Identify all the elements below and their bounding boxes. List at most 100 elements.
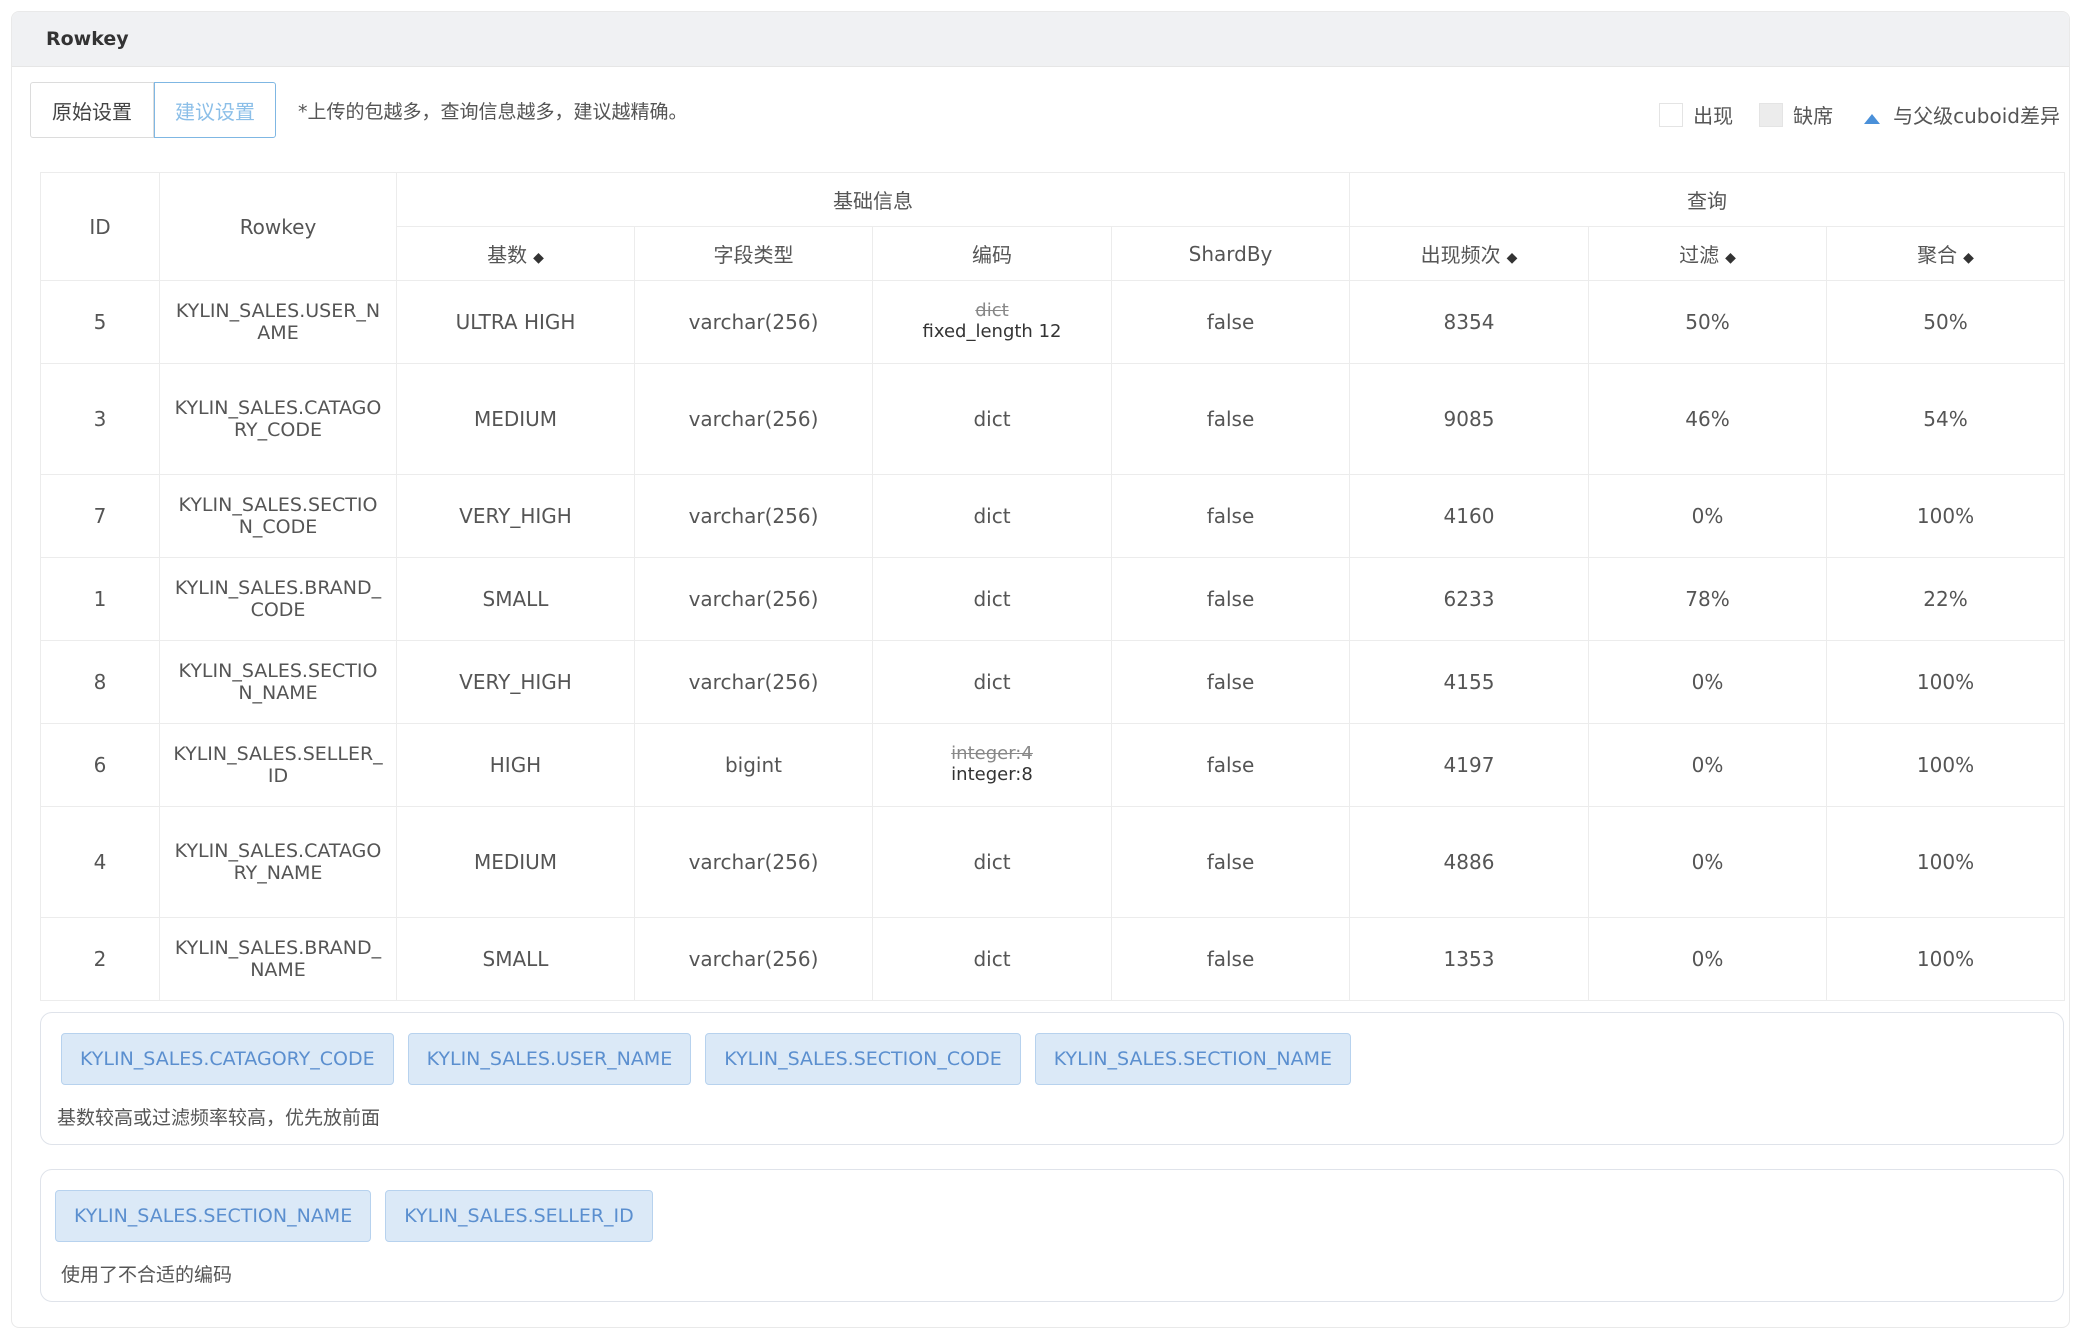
col-id: ID xyxy=(40,172,160,281)
table-row[interactable]: 6 KYLIN_SALES.SELLER_ID HIGH bigint inte… xyxy=(40,723,2066,807)
legend: 出现 缺席 与父级cuboid差异 xyxy=(1633,100,2060,129)
present-swatch-icon xyxy=(1659,102,1684,127)
cell-frequency: 8354 xyxy=(1349,280,1589,364)
cell-filter: 46% xyxy=(1588,363,1827,475)
table-row[interactable]: 8 KYLIN_SALES.SECTION_NAME VERY_HIGH var… xyxy=(40,640,2066,724)
legend-diff-label: 与父级cuboid差异 xyxy=(1893,104,2060,128)
cell-id: 7 xyxy=(40,474,160,558)
col-frequency[interactable]: 出现频次 ◆ xyxy=(1349,226,1589,281)
cell-frequency: 9085 xyxy=(1349,363,1589,475)
cell-frequency: 1353 xyxy=(1349,917,1589,1001)
rowkey-tag[interactable]: KYLIN_SALES.SECTION_NAME xyxy=(1034,1033,1351,1085)
cell-id: 5 xyxy=(40,280,160,364)
cell-cardinality: MEDIUM xyxy=(396,363,635,475)
col-cardinality[interactable]: 基数 ◆ xyxy=(396,226,635,281)
cell-id: 1 xyxy=(40,557,160,641)
cell-shardby: false xyxy=(1111,557,1350,641)
group-basic-info: 基础信息 xyxy=(396,172,1350,227)
cell-rowkey: KYLIN_SALES.BRAND_CODE xyxy=(159,557,397,641)
cell-cardinality: SMALL xyxy=(396,557,635,641)
cell-cardinality: VERY_HIGH xyxy=(396,640,635,724)
encoding-old: dict xyxy=(975,300,1009,321)
rowkey-tag[interactable]: KYLIN_SALES.USER_NAME xyxy=(407,1033,692,1085)
cell-encoding: dict xyxy=(872,363,1112,475)
cell-rowkey: KYLIN_SALES.USER_NAME xyxy=(159,280,397,364)
cell-rowkey: KYLIN_SALES.SECTION_CODE xyxy=(159,474,397,558)
cell-type: varchar(256) xyxy=(634,474,873,558)
cell-id: 8 xyxy=(40,640,160,724)
suggestion-box-encoding: KYLIN_SALES.SECTION_NAME KYLIN_SALES.SEL… xyxy=(40,1169,2064,1302)
tag-list: KYLIN_SALES.SECTION_NAME KYLIN_SALES.SEL… xyxy=(55,1190,667,1242)
table-row[interactable]: 2 KYLIN_SALES.BRAND_NAME SMALL varchar(2… xyxy=(40,917,2066,1001)
cell-shardby: false xyxy=(1111,640,1350,724)
cell-encoding: dict xyxy=(872,557,1112,641)
cell-shardby: false xyxy=(1111,363,1350,475)
suggestion-box-priority: KYLIN_SALES.CATAGORY_CODE KYLIN_SALES.US… xyxy=(40,1012,2064,1145)
cell-type: varchar(256) xyxy=(634,640,873,724)
sort-icon[interactable]: ◆ xyxy=(1963,250,1974,266)
cell-encoding: dict fixed_length 12 xyxy=(872,280,1112,364)
cell-shardby: false xyxy=(1111,917,1350,1001)
sort-icon[interactable]: ◆ xyxy=(1725,250,1736,266)
rowkey-tag[interactable]: KYLIN_SALES.SECTION_CODE xyxy=(705,1033,1021,1085)
cell-id: 4 xyxy=(40,806,160,918)
cell-rowkey: KYLIN_SALES.CATAGORY_NAME xyxy=(159,806,397,918)
cell-aggregate: 100% xyxy=(1825,474,2066,558)
cell-type: varchar(256) xyxy=(634,917,873,1001)
table-row[interactable]: 3 KYLIN_SALES.CATAGORY_CODE MEDIUM varch… xyxy=(40,363,2066,475)
sort-icon[interactable]: ◆ xyxy=(533,250,544,266)
rowkey-tag[interactable]: KYLIN_SALES.SECTION_NAME xyxy=(55,1190,372,1242)
cell-type: bigint xyxy=(634,723,873,807)
col-aggregate[interactable]: 聚合 ◆ xyxy=(1825,226,2066,281)
col-field-type: 字段类型 xyxy=(634,226,873,281)
sort-icon[interactable]: ◆ xyxy=(1507,250,1518,266)
cell-encoding: dict xyxy=(872,474,1112,558)
cell-filter: 0% xyxy=(1588,723,1827,807)
legend-diff: 与父级cuboid差异 xyxy=(1859,100,2060,129)
cell-aggregate: 50% xyxy=(1825,280,2066,364)
rowkey-tag[interactable]: KYLIN_SALES.CATAGORY_CODE xyxy=(61,1033,394,1085)
cell-filter: 78% xyxy=(1588,557,1827,641)
cell-type: varchar(256) xyxy=(634,806,873,918)
cell-cardinality: SMALL xyxy=(396,917,635,1001)
cell-frequency: 4160 xyxy=(1349,474,1589,558)
tab-suggested-settings[interactable]: 建议设置 xyxy=(154,82,276,138)
cell-filter: 0% xyxy=(1588,806,1827,918)
col-filter[interactable]: 过滤 ◆ xyxy=(1588,226,1827,281)
cell-encoding: dict xyxy=(872,917,1112,1001)
cell-cardinality: ULTRA HIGH xyxy=(396,280,635,364)
table-row[interactable]: 5 KYLIN_SALES.USER_NAME ULTRA HIGH varch… xyxy=(40,280,2066,364)
tab-original-settings[interactable]: 原始设置 xyxy=(30,82,154,138)
cell-frequency: 4197 xyxy=(1349,723,1589,807)
cell-filter: 50% xyxy=(1588,280,1827,364)
cell-filter: 0% xyxy=(1588,917,1827,1001)
legend-missing-label: 缺席 xyxy=(1793,104,1834,128)
rowkey-panel: Rowkey 原始设置 建议设置 *上传的包越多，查询信息越多，建议越精确。 出… xyxy=(11,11,2070,1328)
col-shardby: ShardBy xyxy=(1111,226,1350,281)
col-aggregate-label: 聚合 xyxy=(1917,243,1958,267)
cell-type: varchar(256) xyxy=(634,280,873,364)
legend-present-label: 出现 xyxy=(1693,104,1734,128)
tab-group: 原始设置 建议设置 xyxy=(30,82,276,138)
cell-id: 6 xyxy=(40,723,160,807)
table-row[interactable]: 4 KYLIN_SALES.CATAGORY_NAME MEDIUM varch… xyxy=(40,806,2066,918)
cell-rowkey: KYLIN_SALES.CATAGORY_CODE xyxy=(159,363,397,475)
cell-type: varchar(256) xyxy=(634,557,873,641)
tag-list: KYLIN_SALES.CATAGORY_CODE KYLIN_SALES.US… xyxy=(61,1033,1365,1085)
cell-type: varchar(256) xyxy=(634,363,873,475)
cell-frequency: 4886 xyxy=(1349,806,1589,918)
table-row[interactable]: 7 KYLIN_SALES.SECTION_CODE VERY_HIGH var… xyxy=(40,474,2066,558)
panel-title: Rowkey xyxy=(12,12,2069,67)
rowkey-table: ID Rowkey 基础信息 查询 基数 ◆ 字段类型 编码 ShardBy 出现… xyxy=(40,172,2066,1001)
cell-aggregate: 100% xyxy=(1825,640,2066,724)
table-row[interactable]: 1 KYLIN_SALES.BRAND_CODE SMALL varchar(2… xyxy=(40,557,2066,641)
col-frequency-label: 出现频次 xyxy=(1420,243,1501,267)
toolbar: 原始设置 建议设置 *上传的包越多，查询信息越多，建议越精确。 出现 缺席 与父… xyxy=(30,82,2060,140)
cell-cardinality: VERY_HIGH xyxy=(396,474,635,558)
rowkey-tag[interactable]: KYLIN_SALES.SELLER_ID xyxy=(385,1190,653,1242)
cell-shardby: false xyxy=(1111,806,1350,918)
col-encoding: 编码 xyxy=(872,226,1112,281)
cell-id: 2 xyxy=(40,917,160,1001)
col-rowkey: Rowkey xyxy=(159,172,397,281)
cell-cardinality: MEDIUM xyxy=(396,806,635,918)
